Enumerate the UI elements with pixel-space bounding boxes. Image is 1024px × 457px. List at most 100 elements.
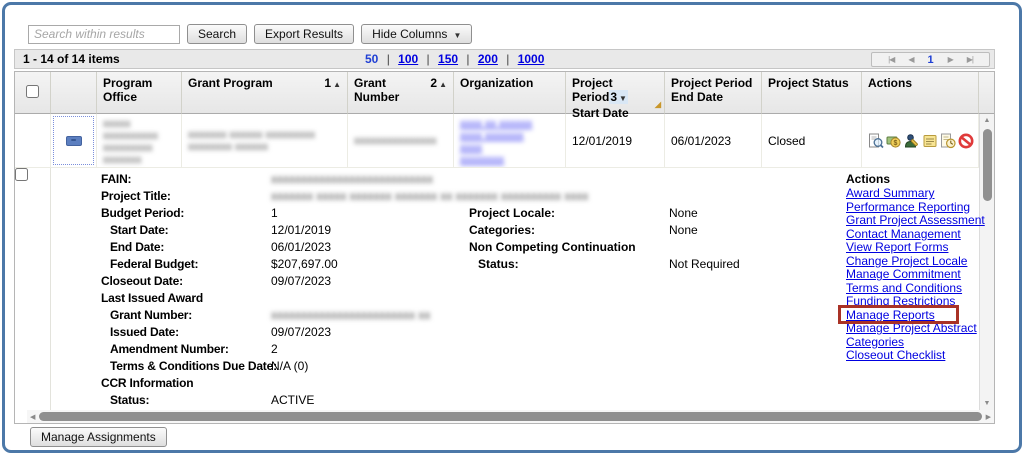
scroll-up-icon[interactable]: ▲ bbox=[984, 114, 991, 127]
field-label: Closeout Date: bbox=[101, 274, 271, 288]
export-results-button[interactable]: Export Results bbox=[254, 24, 354, 44]
current-page: 1 bbox=[927, 54, 933, 66]
field-value: None bbox=[669, 223, 698, 237]
col-header-pp-start-date[interactable]: Project Period3▼ Start Date ◢ bbox=[566, 72, 665, 114]
separator: | bbox=[387, 52, 390, 66]
actions-title: Actions bbox=[846, 172, 1022, 187]
sort-asc-icon: ▲ bbox=[439, 80, 447, 89]
history-icon[interactable] bbox=[940, 133, 956, 149]
field-value: $207,697.00 bbox=[271, 257, 338, 271]
section-header: Non Competing Continuation bbox=[469, 240, 669, 254]
expand-column-header bbox=[51, 72, 97, 114]
manage-assignments-button[interactable]: Manage Assignments bbox=[30, 427, 167, 447]
sort-handle-icon[interactable]: ◢ bbox=[655, 98, 661, 112]
page-size-1000[interactable]: 1000 bbox=[518, 52, 545, 66]
redacted-text: xxxxxxx bbox=[103, 154, 175, 166]
end-date-cell: 06/01/2023 bbox=[665, 114, 762, 168]
col-header-program-office[interactable]: Program Office bbox=[97, 72, 182, 114]
field-value: 2 bbox=[271, 342, 278, 356]
redacted-value: xxxxxxxxxxxxxxxxxxxxxxxxxxx bbox=[271, 172, 433, 186]
col-header-grant-program[interactable]: Grant Program 1▲ bbox=[182, 72, 348, 114]
sort-order: 1 bbox=[324, 76, 331, 90]
col-header-actions: Actions bbox=[862, 72, 979, 114]
select-all-checkbox[interactable] bbox=[26, 85, 39, 98]
no-access-icon[interactable] bbox=[958, 133, 974, 149]
table-row: − xxxxx xxxxxxxxxx xxxxxxxxx xxxxxxx xxx… bbox=[15, 114, 979, 168]
table-header-row: Program Office Grant Program 1▲ Grant Nu… bbox=[15, 72, 994, 114]
search-input[interactable] bbox=[28, 25, 180, 44]
col-header-pp-end-date[interactable]: Project Period End Date bbox=[665, 72, 762, 114]
expand-cell: − bbox=[51, 114, 97, 168]
action-link-view-report-forms[interactable]: View Report Forms bbox=[846, 240, 948, 254]
collapse-row-button[interactable]: − bbox=[66, 136, 82, 146]
field-label: Start Date: bbox=[101, 223, 271, 237]
action-link-grant-project-assessment[interactable]: Grant Project Assessment bbox=[846, 213, 985, 227]
col-label: End Date bbox=[671, 90, 755, 104]
organization-link-redacted[interactable]: xxxx bbox=[460, 142, 559, 154]
page-size-100[interactable]: 100 bbox=[398, 52, 418, 66]
action-link-change-project-locale[interactable]: Change Project Locale bbox=[846, 254, 967, 268]
program-office-cell: xxxxx xxxxxxxxxx xxxxxxxxx xxxxxxx bbox=[97, 114, 182, 168]
field-value: None bbox=[669, 206, 698, 220]
field-label: Grant Number: bbox=[101, 308, 271, 322]
action-link-funding-restrictions[interactable]: Funding Restrictions bbox=[846, 294, 955, 308]
funding-icon[interactable]: $ bbox=[886, 133, 902, 149]
page-size-150[interactable]: 150 bbox=[438, 52, 458, 66]
notes-icon[interactable] bbox=[922, 133, 938, 149]
footer-bar: Manage Assignments bbox=[30, 427, 1010, 447]
col-header-project-status[interactable]: Project Status bbox=[762, 72, 862, 114]
col-header-grant-number[interactable]: Grant Number 2▲ bbox=[348, 72, 454, 114]
redacted-text: xxxxxxx xxxxxx xxxxxxxxx bbox=[188, 129, 315, 141]
horizontal-scrollbar[interactable]: ◀ ▶ bbox=[27, 410, 994, 423]
field-value: N/A (0) bbox=[271, 359, 308, 373]
project-status-cell: Closed bbox=[762, 114, 862, 168]
col-header-organization[interactable]: Organization bbox=[454, 72, 566, 114]
hide-columns-button[interactable]: Hide Columns▼ bbox=[361, 24, 472, 44]
action-link-award-summary[interactable]: Award Summary bbox=[846, 186, 934, 200]
action-link-categories[interactable]: Categories bbox=[846, 335, 904, 349]
organization-link-redacted[interactable]: xxxxxxxx bbox=[460, 154, 559, 166]
action-link-terms-and-conditions[interactable]: Terms and Conditions bbox=[846, 281, 962, 295]
scroll-down-icon[interactable]: ▼ bbox=[984, 397, 991, 410]
redacted-text: xxxxxxxxxxxxxxx bbox=[354, 135, 437, 147]
horizontal-scroll-thumb[interactable] bbox=[39, 412, 981, 421]
contact-edit-icon[interactable] bbox=[904, 133, 920, 149]
section-header: Last Issued Award bbox=[101, 291, 271, 305]
scroll-right-icon[interactable]: ▶ bbox=[986, 413, 991, 421]
first-page-button[interactable]: |◀ bbox=[888, 55, 894, 64]
action-link-manage-project-abstract[interactable]: Manage Project Abstract bbox=[846, 321, 977, 335]
view-report-icon[interactable] bbox=[868, 133, 884, 149]
action-link-manage-commitment[interactable]: Manage Commitment bbox=[846, 267, 961, 281]
svg-text:$: $ bbox=[894, 140, 898, 147]
next-page-button[interactable]: ▶ bbox=[948, 55, 953, 64]
col-label: Grant Number bbox=[354, 76, 430, 104]
action-link-manage-reports[interactable]: Manage Reports bbox=[846, 308, 935, 322]
redacted-text: xxxxx bbox=[103, 118, 175, 130]
action-link-performance-reporting[interactable]: Performance Reporting bbox=[846, 200, 970, 214]
separator: | bbox=[466, 52, 469, 66]
page-size-50[interactable]: 50 bbox=[365, 52, 378, 66]
page-size-links: 50 | 100 | 150 | 200 | 1000 bbox=[365, 52, 544, 66]
page-size-200[interactable]: 200 bbox=[478, 52, 498, 66]
detail-actions-panel: Actions Award Summary Performance Report… bbox=[846, 172, 1022, 363]
chevron-down-icon: ▼ bbox=[453, 31, 461, 40]
field-label: End Date: bbox=[101, 240, 271, 254]
col-label: Project Period bbox=[572, 76, 613, 104]
scroll-left-icon[interactable]: ◀ bbox=[30, 413, 35, 421]
organization-link-redacted[interactable]: xxxx xxxxxxx bbox=[460, 130, 559, 142]
row-select-checkbox[interactable] bbox=[15, 168, 28, 181]
search-button[interactable]: Search bbox=[187, 24, 247, 44]
toolbar: Search Export Results Hide Columns▼ bbox=[28, 23, 1010, 45]
field-label: Budget Period: bbox=[101, 206, 271, 220]
action-link-closeout-checklist[interactable]: Closeout Checklist bbox=[846, 348, 945, 362]
redacted-text: xxxxxxxxx bbox=[103, 142, 175, 154]
grant-number-cell: xxxxxxxxxxxxxxx bbox=[348, 114, 454, 168]
items-count: 1 - 14 of 14 items bbox=[23, 52, 120, 66]
sort-order: 3 bbox=[610, 90, 617, 104]
organization-link-redacted[interactable]: xxxx xx xxxxxx bbox=[460, 118, 559, 130]
action-link-contact-management[interactable]: Contact Management bbox=[846, 227, 961, 241]
prev-page-button[interactable]: ◀ bbox=[908, 55, 913, 64]
sort-order: 2 bbox=[430, 76, 437, 90]
last-page-button[interactable]: ▶| bbox=[967, 55, 973, 64]
field-value: 09/07/2023 bbox=[271, 274, 331, 288]
